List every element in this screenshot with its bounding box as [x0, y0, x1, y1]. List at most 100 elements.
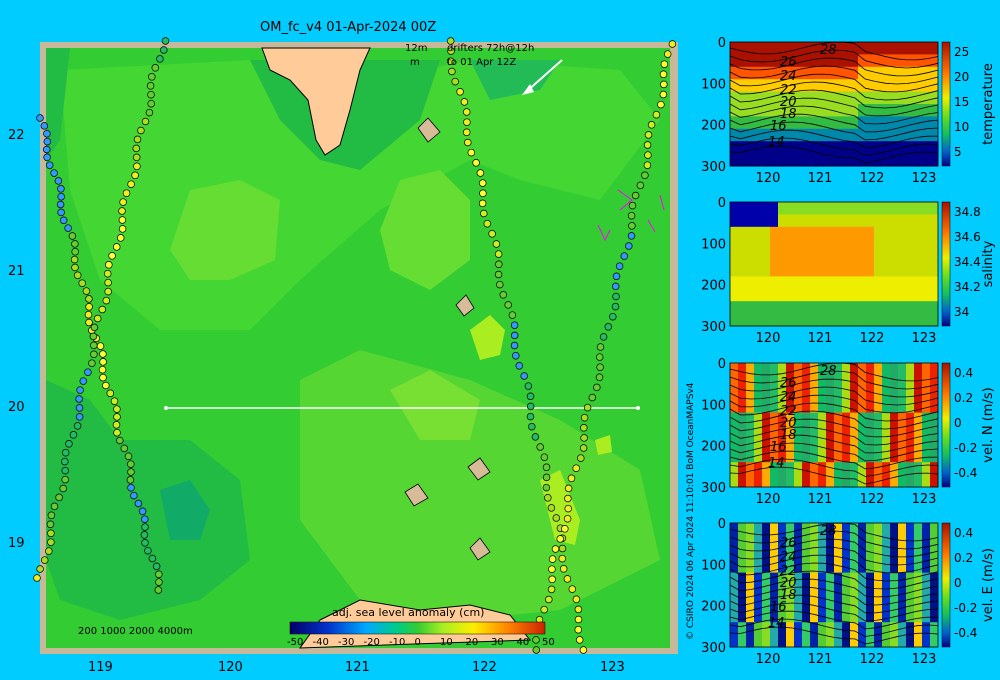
section-cell — [826, 609, 835, 623]
section-cell — [786, 226, 795, 240]
section-cell — [802, 276, 811, 290]
section-cell — [730, 474, 739, 488]
section-cell — [746, 214, 755, 228]
section-cell — [754, 276, 763, 290]
section-cell — [858, 572, 867, 586]
altimeter-point — [154, 586, 163, 594]
section-cell — [914, 301, 923, 315]
altimeter-point — [641, 171, 649, 180]
section-cell — [874, 597, 883, 611]
section-cell — [786, 523, 795, 536]
section-cell — [850, 214, 859, 228]
section-cell — [850, 42, 859, 55]
altimeter-point — [478, 179, 487, 187]
colorbar-tick-label: -10 — [389, 637, 406, 648]
section-cell — [746, 202, 755, 215]
altimeter-point — [564, 504, 572, 513]
section-cell — [890, 412, 899, 426]
section-cell — [826, 214, 835, 228]
section-cell — [858, 597, 867, 611]
altimeter-point — [43, 153, 51, 162]
altimeter-point — [494, 250, 503, 258]
section-cell — [818, 91, 827, 105]
section-cell — [818, 153, 827, 167]
altimeter-point — [476, 169, 485, 177]
altimeter-point — [627, 211, 636, 220]
lon-tick: 122 — [472, 660, 497, 675]
section-colorbar-tick: 34.8 — [954, 205, 981, 219]
colorbar-tick-label: -40 — [312, 637, 329, 648]
section-cell — [914, 535, 923, 549]
section-cell — [826, 264, 835, 277]
section-colorbar-tick: 25 — [954, 45, 969, 59]
section-cell — [906, 202, 915, 215]
section-cell — [762, 535, 771, 549]
section-cell — [842, 42, 851, 55]
section-cell — [730, 226, 739, 240]
section-cell — [834, 276, 843, 290]
section-cell — [866, 597, 875, 611]
altimeter-point — [84, 368, 92, 376]
section-cell — [826, 301, 835, 315]
altimeter-point — [660, 60, 669, 68]
section-cell — [930, 264, 939, 277]
section-cell — [850, 301, 859, 315]
section-cell — [890, 535, 899, 549]
altimeter-point — [542, 483, 551, 492]
altimeter-point — [160, 46, 168, 54]
section-cell — [898, 547, 907, 561]
section-cell — [818, 104, 827, 117]
section-cell — [874, 251, 883, 265]
section-cell — [906, 313, 915, 327]
altimeter-point — [526, 392, 535, 401]
altimeter-point — [42, 145, 51, 154]
section-cell — [882, 42, 891, 55]
colorbar-tick-label: 20 — [465, 637, 479, 648]
section-cell — [810, 634, 819, 648]
altimeter-point — [61, 466, 69, 475]
altimeter-point — [628, 201, 637, 210]
section-cell — [906, 634, 915, 648]
section-cell — [826, 560, 835, 574]
section-cell — [826, 226, 835, 240]
section-cell — [802, 202, 811, 215]
section-cell — [802, 301, 811, 315]
section-cell — [882, 202, 891, 215]
altimeter-point — [103, 269, 112, 278]
altimeter-point — [647, 121, 656, 129]
altimeter-point — [89, 332, 98, 341]
section-lon-tick: 121 — [808, 492, 833, 505]
section-cell — [874, 535, 883, 549]
section-cell — [874, 202, 883, 215]
section-cell — [794, 288, 803, 302]
altimeter-point — [96, 342, 105, 350]
section-cell — [810, 288, 819, 302]
section-cell — [770, 264, 779, 277]
section-cell — [786, 474, 795, 488]
section-cell — [842, 54, 851, 68]
section-cell — [906, 622, 915, 636]
altimeter-point — [577, 454, 585, 462]
section-cell — [746, 301, 755, 315]
section-lon-tick: 122 — [860, 492, 885, 505]
section-cell — [930, 239, 939, 253]
section-cell — [818, 141, 827, 155]
section-cell — [810, 264, 819, 277]
altimeter-point — [572, 595, 581, 604]
section-cell — [866, 288, 875, 302]
section-cell — [826, 128, 835, 142]
section-cell — [922, 313, 931, 327]
section-cell — [746, 313, 755, 327]
altimeter-point — [496, 280, 504, 289]
section-cell — [890, 301, 899, 315]
section-lon-tick: 122 — [860, 331, 885, 344]
section-cell — [850, 547, 859, 561]
depth-tick: 300 — [701, 160, 726, 175]
section-cell — [874, 375, 883, 389]
section-cell — [866, 387, 875, 401]
section-cell — [866, 116, 875, 130]
contour-label: 16 — [770, 440, 787, 455]
section-cell — [842, 609, 851, 623]
section-cell — [842, 363, 851, 376]
section-cell — [762, 264, 771, 277]
